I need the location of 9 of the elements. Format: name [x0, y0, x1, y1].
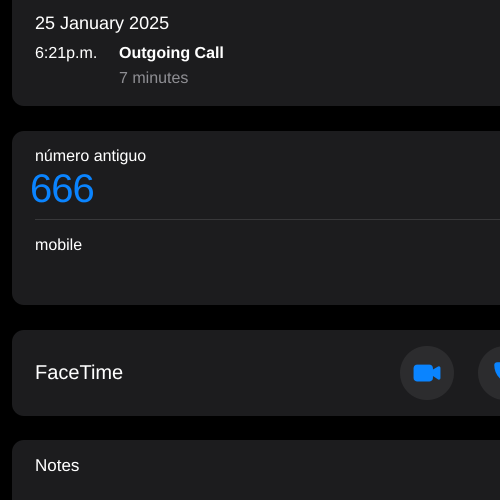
phone-type-label: mobile — [35, 236, 84, 256]
facetime-label: FaceTime — [35, 361, 124, 386]
call-type: Outgoing Call — [119, 44, 224, 64]
phone-number[interactable]: 666 — [30, 167, 94, 211]
phone-label: número antiguo — [35, 147, 148, 167]
call-duration: 7 minutes — [119, 69, 190, 89]
notes-label: Notes — [35, 456, 80, 476]
call-time: 6:21p.m. — [35, 44, 98, 64]
call-date: 25 January 2025 — [35, 12, 170, 35]
